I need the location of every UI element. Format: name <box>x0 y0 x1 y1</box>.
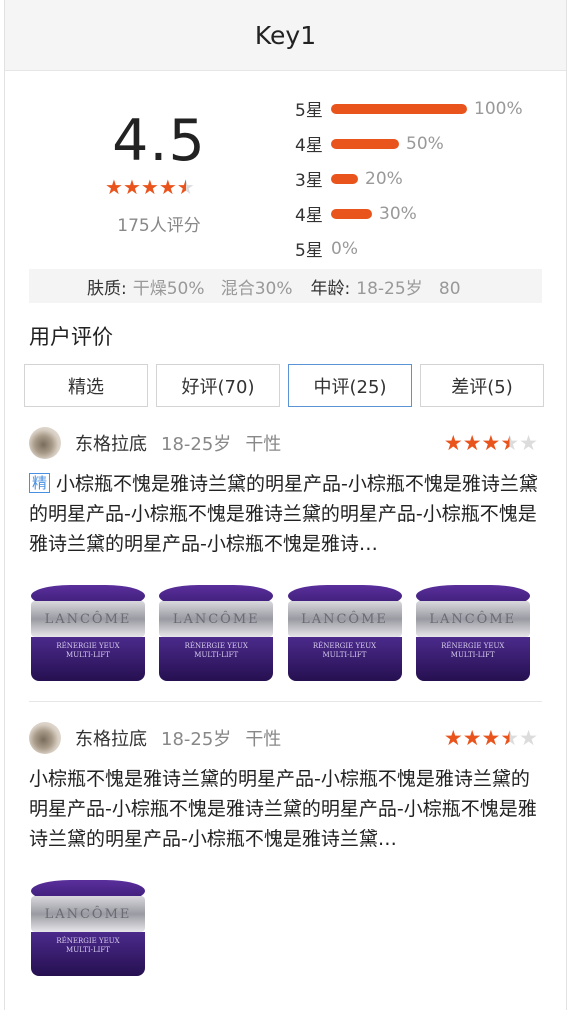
age-values: 18-25岁 80 <box>356 278 461 299</box>
distribution-row: 5星 0% <box>295 231 523 266</box>
tab-featured[interactable]: 精选 <box>24 364 148 407</box>
review-stars: ★ ★ ★ ★ ★ <box>443 430 538 455</box>
star-filled-icon: ★ <box>481 725 501 750</box>
jar-brand: LANCÔME <box>159 601 274 637</box>
review-username[interactable]: 东格拉底 <box>75 725 147 751</box>
distribution-bar <box>331 138 399 149</box>
jar-label: RÉNERGIE YEUX MULTI-LIFT <box>159 637 274 681</box>
star-half-icon: ★ <box>500 430 520 455</box>
star-filled-icon: ★ <box>105 175 123 199</box>
reviews-title: 用户评价 <box>29 325 113 349</box>
jar-label-line: RÉNERGIE YEUX <box>441 642 505 650</box>
review-item[interactable]: 东格拉底 18-25岁 干性 ★ ★ ★ ★ ★ 精小棕瓶不愧是雅诗兰黛的明星产品-小棕… <box>29 407 542 702</box>
review-photos: LANCÔME RÉNERGIE YEUX MULTI-LIFT <box>29 878 542 978</box>
age-label: 年龄: <box>310 278 351 299</box>
jar-brand: LANCÔME <box>287 601 402 637</box>
review-photos: LANCÔME RÉNERGIE YEUX MULTI-LIFT LANCÔME RÉN… <box>29 583 542 683</box>
jar-label: RÉNERGIE YEUX MULTI-LIFT <box>31 637 145 681</box>
review-tabs: 精选 好评(70) 中评(25) 差评(5) <box>24 364 566 407</box>
distribution-row: 5星 100% <box>295 91 523 126</box>
jar-brand: LANCÔME <box>31 601 145 637</box>
review-header: 东格拉底 18-25岁 干性 ★ ★ ★ ★ ★ <box>29 722 542 754</box>
star-filled-icon: ★ <box>443 725 463 750</box>
distribution-label: 5星 <box>295 241 323 261</box>
jar-label: RÉNERGIE YEUX MULTI-LIFT <box>415 637 530 681</box>
skin-values: 干燥50% 混合30% <box>132 278 293 299</box>
distribution-label: 3星 <box>295 171 323 191</box>
review-stars: ★ ★ ★ ★ ★ <box>443 725 538 750</box>
review-body: 小棕瓶不愧是雅诗兰黛的明星产品-小棕瓶不愧是雅诗兰黛的明星产品-小棕瓶不愧是雅诗… <box>29 768 537 850</box>
avatar[interactable] <box>29 722 61 754</box>
jar-brand: LANCÔME <box>415 601 530 637</box>
page: Key1 4.5 ★ ★ ★ ★ ★ 175人评分 5星 100% 4星 50% 3星 … <box>4 0 567 1010</box>
review-photo[interactable]: LANCÔME RÉNERGIE YEUX MULTI-LIFT <box>157 583 274 683</box>
distribution-label: 4星 <box>295 136 323 156</box>
distribution-percent: 30% <box>379 203 417 224</box>
distribution-row: 3星 20% <box>295 161 523 196</box>
page-title: Key1 <box>254 20 317 50</box>
star-empty-icon: ★ <box>519 430 538 455</box>
review-photo[interactable]: LANCÔME RÉNERGIE YEUX MULTI-LIFT <box>286 583 402 683</box>
jar-brand: LANCÔME <box>31 896 145 932</box>
review-photo[interactable]: LANCÔME RÉNERGIE YEUX MULTI-LIFT <box>29 583 145 683</box>
star-filled-icon: ★ <box>443 430 463 455</box>
star-filled-icon: ★ <box>122 175 141 199</box>
rating-distribution: 5星 100% 4星 50% 3星 20% 4星 30% 5星 0% <box>295 91 523 266</box>
star-half-icon: ★ <box>176 175 195 199</box>
distribution-label: 4星 <box>295 206 323 226</box>
review-photo[interactable]: LANCÔME RÉNERGIE YEUX MULTI-LIFT <box>29 878 147 978</box>
review-skin-type: 干性 <box>245 434 282 455</box>
distribution-bar <box>331 173 358 184</box>
jar-label: RÉNERGIE YEUX MULTI-LIFT <box>287 637 402 681</box>
review-skin-type: 干性 <box>245 729 282 750</box>
star-filled-icon: ★ <box>462 430 482 455</box>
distribution-bar <box>331 103 467 114</box>
distribution-percent: 0% <box>331 238 358 259</box>
average-score: 4.5 <box>112 108 206 174</box>
distribution-bar <box>331 208 372 219</box>
tab-negative[interactable]: 差评(5) <box>420 364 544 407</box>
review-item[interactable]: 东格拉底 18-25岁 干性 ★ ★ ★ ★ ★ 小棕瓶不愧是雅诗兰黛的明星产品-小棕瓶… <box>29 702 542 978</box>
jar-label-line: MULTI-LIFT <box>66 651 110 659</box>
jar-label-line: RÉNERGIE YEUX <box>184 642 248 650</box>
jar-label-line: RÉNERGIE YEUX <box>56 642 120 650</box>
star-filled-icon: ★ <box>481 430 501 455</box>
review-age: 18-25岁 <box>161 729 232 750</box>
jar-label-line: RÉNERGIE YEUX <box>56 937 120 945</box>
rating-summary: 4.5 ★ ★ ★ ★ ★ 175人评分 5星 100% 4星 50% 3星 20% 4… <box>5 71 566 269</box>
jar-label-line: MULTI-LIFT <box>322 651 367 659</box>
tab-neutral[interactable]: 中评(25) <box>288 364 412 407</box>
skin-label: 肤质: <box>87 278 127 299</box>
rating-count: 175人评分 <box>117 216 201 236</box>
review-photo[interactable]: LANCÔME RÉNERGIE YEUX MULTI-LIFT <box>414 583 530 683</box>
review-header: 东格拉底 18-25岁 干性 ★ ★ ★ ★ ★ <box>29 427 542 459</box>
distribution-row: 4星 30% <box>295 196 523 231</box>
review-text: 小棕瓶不愧是雅诗兰黛的明星产品-小棕瓶不愧是雅诗兰黛的明星产品-小棕瓶不愧是雅诗… <box>29 764 542 854</box>
page-header: Key1 <box>5 0 566 71</box>
star-filled-icon: ★ <box>140 175 159 199</box>
jar-label-line: MULTI-LIFT <box>450 651 495 659</box>
jar-label: RÉNERGIE YEUX MULTI-LIFT <box>31 932 145 976</box>
review-text: 精小棕瓶不愧是雅诗兰黛的明星产品-小棕瓶不愧是雅诗兰黛的明星产品-小棕瓶不愧是雅… <box>29 469 542 559</box>
avatar[interactable] <box>29 427 61 459</box>
featured-badge: 精 <box>29 473 51 493</box>
star-empty-icon: ★ <box>519 725 538 750</box>
distribution-percent: 50% <box>406 133 444 154</box>
review-username[interactable]: 东格拉底 <box>75 430 147 456</box>
distribution-row: 4星 50% <box>295 126 523 161</box>
jar-label-line: MULTI-LIFT <box>194 651 239 659</box>
average-stars: ★ ★ ★ ★ ★ <box>105 177 195 197</box>
review-body: 小棕瓶不愧是雅诗兰黛的明星产品-小棕瓶不愧是雅诗兰黛的明星产品-小棕瓶不愧是雅诗… <box>29 473 538 555</box>
jar-label-line: MULTI-LIFT <box>66 946 110 954</box>
jar-label-line: RÉNERGIE YEUX <box>312 642 377 650</box>
distribution-percent: 100% <box>474 98 523 119</box>
user-profile-stats: 肤质: 干燥50% 混合30% 年龄: 18-25岁 80 <box>29 269 542 303</box>
star-half-icon: ★ <box>500 725 520 750</box>
distribution-percent: 20% <box>365 168 403 189</box>
distribution-label: 5星 <box>295 101 323 121</box>
review-age: 18-25岁 <box>161 434 232 455</box>
star-filled-icon: ★ <box>462 725 482 750</box>
star-filled-icon: ★ <box>158 175 177 199</box>
tab-positive[interactable]: 好评(70) <box>156 364 280 407</box>
